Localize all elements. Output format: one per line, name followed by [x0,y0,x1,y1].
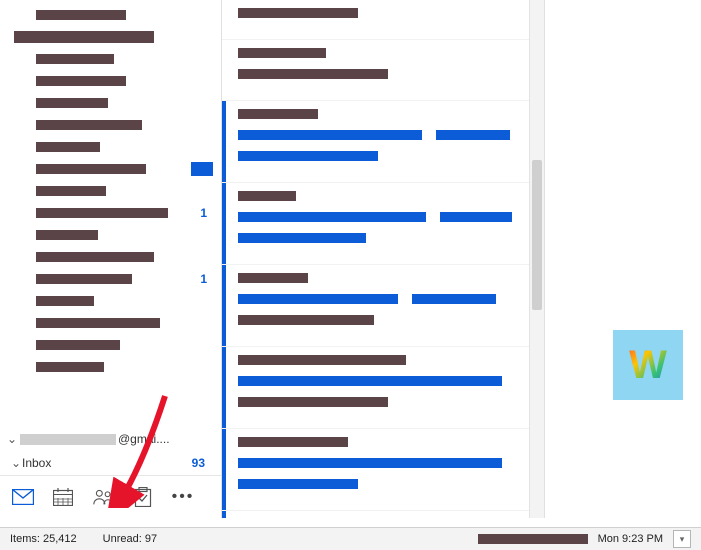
message-subject-redacted [238,109,318,119]
folder-label-redacted [36,98,108,108]
message-item[interactable] [222,183,544,265]
nav-bar: ••• [0,475,221,518]
folder-item[interactable] [0,48,221,70]
message-preview-redacted [412,294,496,304]
message-preview-redacted [238,151,378,161]
folder-item[interactable] [0,312,221,334]
folder-unread-count: 1 [200,206,213,220]
folder-item[interactable] [0,290,221,312]
folder-label-redacted [36,318,160,328]
message-item[interactable] [222,40,544,101]
message-preview-redacted [238,233,366,243]
status-redacted [478,534,588,544]
folder-label-redacted [36,120,142,130]
folder-item[interactable] [0,26,221,48]
tasks-icon[interactable] [132,486,154,508]
status-bar: Items: 25,412 Unread: 97 Mon 9:23 PM ▾ [0,527,701,550]
message-list-scrollbar[interactable] [529,0,544,518]
folder-item[interactable]: 1 [0,268,221,290]
status-timestamp: Mon 9:23 PM [598,533,663,545]
people-icon[interactable] [92,486,114,508]
folder-label-redacted [36,142,100,152]
folder-label-redacted [36,186,106,196]
folder-tree: 11 [0,0,221,427]
inbox-label: Inbox [22,456,51,470]
folder-label-redacted [36,296,94,306]
folder-label-redacted [36,362,104,372]
message-item[interactable] [222,101,544,183]
message-item[interactable] [222,0,544,40]
folder-label-redacted [36,340,120,350]
folder-label-redacted [36,274,132,284]
message-subject-redacted [238,355,406,365]
chevron-down-icon: ⌄ [6,432,18,446]
folder-label-redacted [36,76,126,86]
message-subject-redacted [238,191,296,201]
folder-label-redacted [36,230,98,240]
message-item[interactable] [222,429,544,511]
message-preview-redacted [440,212,512,222]
reading-pane: W [545,0,701,518]
account-redacted [20,434,116,445]
inbox-folder[interactable]: ⌄ Inbox 93 [0,451,221,475]
folder-pane: 11 ⌄ @gmai.... ⌄ Inbox 93 ••• [0,0,222,518]
folder-item[interactable] [0,70,221,92]
message-preview-redacted [238,479,358,489]
account-header[interactable]: ⌄ @gmai.... [0,427,221,451]
folder-item[interactable] [0,4,221,26]
message-item[interactable] [222,347,544,429]
message-preview-redacted [238,130,422,140]
inbox-unread-count: 93 [192,456,215,470]
scroll-down-button[interactable]: ▾ [673,530,691,548]
folder-item[interactable] [0,356,221,378]
scrollbar-thumb[interactable] [532,160,542,310]
chevron-down-icon: ⌄ [10,456,22,470]
status-unread: Unread: 97 [103,533,157,545]
folder-item[interactable] [0,114,221,136]
message-list [222,0,545,518]
folder-label-redacted [36,10,126,20]
folder-badge [191,162,213,176]
more-icon[interactable]: ••• [172,486,194,508]
message-preview-redacted [238,376,502,386]
message-subject-redacted [238,8,358,18]
folder-label-redacted [14,31,154,43]
message-item[interactable] [222,511,544,518]
folder-label-redacted [36,208,168,218]
folder-unread-count: 1 [200,272,213,286]
message-subject-redacted [238,69,388,79]
folder-item[interactable] [0,224,221,246]
message-item[interactable] [222,265,544,347]
message-preview-redacted [238,212,426,222]
account-label: @gmai.... [118,432,170,446]
folder-label-redacted [36,164,146,174]
folder-label-redacted [36,54,114,64]
status-items: Items: 25,412 [10,533,77,545]
message-preview-redacted [238,294,398,304]
folder-item[interactable] [0,92,221,114]
message-preview-redacted [436,130,510,140]
message-subject-redacted [238,397,388,407]
folder-item[interactable] [0,334,221,356]
mail-icon[interactable] [12,486,34,508]
folder-item[interactable] [0,158,221,180]
calendar-icon[interactable] [52,486,74,508]
folder-item[interactable] [0,246,221,268]
message-preview-redacted [238,458,502,468]
folder-item[interactable] [0,180,221,202]
folder-item[interactable] [0,136,221,158]
message-subject-redacted [238,315,374,325]
folder-item[interactable]: 1 [0,202,221,224]
folder-label-redacted [36,252,154,262]
watermark-logo: W [613,330,683,400]
message-subject-redacted [238,273,308,283]
message-subject-redacted [238,437,348,447]
message-subject-redacted [238,48,326,58]
